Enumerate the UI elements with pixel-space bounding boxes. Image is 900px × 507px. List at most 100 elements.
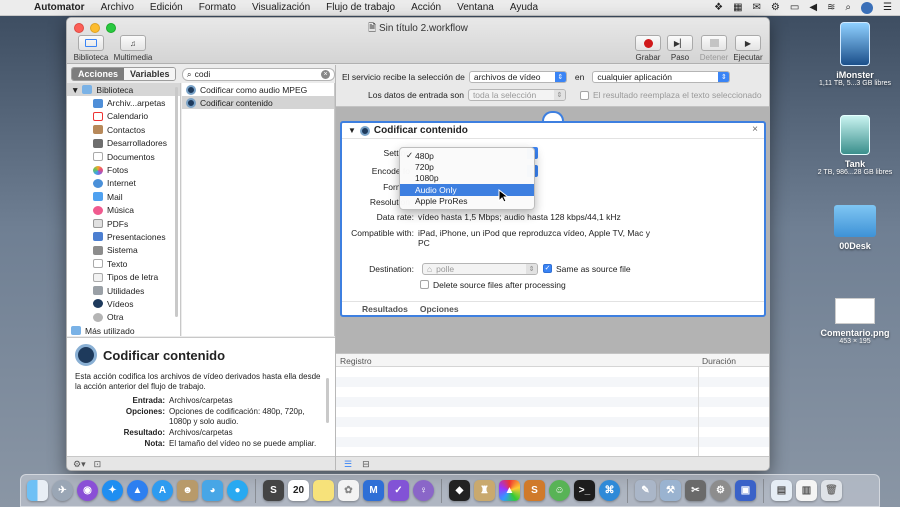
library-item[interactable]: Internet xyxy=(67,177,180,190)
delete-source-checkbox[interactable] xyxy=(420,280,429,289)
document-stack-icon[interactable]: ▥ xyxy=(796,480,817,501)
menu-view[interactable]: Visualización xyxy=(244,2,318,13)
menu-option-audio-only[interactable]: Audio Only xyxy=(400,184,534,196)
bartender-dock-icon[interactable]: ♜ xyxy=(474,480,495,501)
most-used-item[interactable]: Más utilizado xyxy=(67,324,180,336)
library-item[interactable]: Calendario xyxy=(67,110,180,123)
menu-edit[interactable]: Edición xyxy=(142,2,191,13)
omnifocus-dock-icon[interactable]: ✓ xyxy=(388,480,409,501)
user-avatar-icon[interactable] xyxy=(861,1,874,14)
finder-dock-icon[interactable] xyxy=(27,480,48,501)
library-item[interactable]: Vídeos xyxy=(67,297,180,310)
notes-dock-icon[interactable] xyxy=(313,480,334,501)
action-search-field[interactable]: ⌕ codi × xyxy=(181,67,335,81)
input-type-popup[interactable]: archivos de vídeo ⇕ xyxy=(468,71,567,83)
navigate-dock-icon[interactable]: ◆ xyxy=(449,480,470,501)
podcast-dock-icon[interactable]: ◉ xyxy=(77,480,98,501)
spotlight-icon[interactable]: ⌕ xyxy=(845,2,851,13)
volume-icon[interactable]: ◀︎ xyxy=(809,2,817,13)
automator-app-dock-icon[interactable]: ▣ xyxy=(735,480,756,501)
library-item[interactable]: Utilidades xyxy=(67,284,180,297)
terminal-dock-icon[interactable]: >_ xyxy=(574,480,595,501)
desktop-folder-00desk[interactable]: 00Desk xyxy=(810,205,900,251)
utility-dock-icon[interactable]: ✎ xyxy=(635,480,656,501)
sublime-dock-icon[interactable]: S xyxy=(263,480,284,501)
replace-text-checkbox[interactable] xyxy=(579,90,589,100)
log-view-icon[interactable]: ☰ xyxy=(344,459,352,470)
variables-view-icon[interactable]: ⊟ xyxy=(362,459,370,470)
automator-dock-icon[interactable]: ☻ xyxy=(177,480,198,501)
library-root-item[interactable]: ▼ Biblioteca xyxy=(67,83,180,97)
gear-menu-icon[interactable]: ⚙▾ xyxy=(73,459,86,470)
log-column-header[interactable]: Registro xyxy=(340,356,372,366)
library-item[interactable]: Presentaciones xyxy=(67,230,180,243)
menu-option-480p[interactable]: ✓ 480p xyxy=(400,150,534,161)
screensharing-dock-icon[interactable]: ✂ xyxy=(685,480,706,501)
action-header[interactable]: ▼ Codificar contenido xyxy=(342,123,764,139)
desktop-drive-tank[interactable]: Tank 2 TB, 986...28 GB libres xyxy=(810,115,900,176)
spotify-dock-icon[interactable]: ☺ xyxy=(549,480,570,501)
menu-option-720p[interactable]: 720p xyxy=(400,161,534,172)
mindnode-dock-icon[interactable]: M xyxy=(363,480,384,501)
tower-dock-icon[interactable]: ⌘ xyxy=(599,480,620,501)
duration-column-header[interactable]: Duración xyxy=(702,356,736,366)
launchpad-dock-icon[interactable]: ✈ xyxy=(52,480,73,501)
action-item[interactable]: Codificar como audio MPEG xyxy=(182,83,334,96)
menu-app[interactable]: Automator xyxy=(26,2,93,13)
remove-action-icon[interactable]: × xyxy=(752,124,758,135)
column-divider[interactable] xyxy=(698,367,699,456)
appstore-dock-icon[interactable]: A xyxy=(152,480,173,501)
grid-icon[interactable]: ▦ xyxy=(733,2,742,13)
tweetbot-dock-icon[interactable]: ◕ xyxy=(202,480,223,501)
library-item[interactable]: Otra xyxy=(67,311,180,324)
disclosure-triangle-icon[interactable]: ▼ xyxy=(71,85,79,95)
library-item[interactable]: Documentos xyxy=(67,150,180,163)
variables-tab[interactable]: Variables xyxy=(124,68,175,80)
email-icon[interactable]: ✉ xyxy=(753,2,761,13)
photos-dock-icon[interactable]: ✿ xyxy=(338,480,359,501)
messages-dock-icon[interactable]: ● xyxy=(227,480,248,501)
search-input[interactable]: codi xyxy=(192,69,321,79)
clear-search-icon[interactable]: × xyxy=(321,69,330,79)
library-item[interactable]: Mail xyxy=(67,190,180,203)
collapse-triangle-icon[interactable]: ▼ xyxy=(348,126,356,135)
instruments-dock-icon[interactable]: ▲ xyxy=(499,480,520,501)
desktop-file-comentario[interactable]: Comentario.png 453 × 195 xyxy=(810,298,900,345)
xcode-dock-icon[interactable]: ⚒ xyxy=(660,480,681,501)
run-toolbar-button[interactable]: ▶ Ejecutar xyxy=(728,35,768,62)
menu-file[interactable]: Archivo xyxy=(93,2,142,13)
same-as-source-checkbox[interactable]: ✓ xyxy=(543,264,552,273)
calendar-dock-icon[interactable]: 20 xyxy=(288,480,309,501)
tab-results[interactable]: Resultados xyxy=(362,304,408,314)
safari-dock-icon[interactable]: ✦ xyxy=(102,480,123,501)
library-scrollbar[interactable] xyxy=(175,87,178,317)
menu-format[interactable]: Formato xyxy=(191,2,244,13)
application-popup[interactable]: cualquier aplicación ⇕ xyxy=(592,71,731,83)
downloads-stack-icon[interactable]: ▤ xyxy=(771,480,792,501)
library-item[interactable]: Texto xyxy=(67,257,180,270)
system-preferences-dock-icon[interactable]: ⚙ xyxy=(710,480,731,501)
library-item[interactable]: PDFs xyxy=(67,217,180,230)
menu-workflow[interactable]: Flujo de trabajo xyxy=(318,2,403,13)
menu-option-apple-prores[interactable]: Apple ProRes xyxy=(400,196,534,207)
destination-popup[interactable]: ⌂ polle ⇕ xyxy=(422,263,538,275)
encode-media-action[interactable]: ▼ Codificar contenido × Setting ⇕ Encode… xyxy=(340,121,766,317)
gear-tray-icon[interactable]: ⚙ xyxy=(771,2,780,13)
library-item[interactable]: Desarrolladores xyxy=(67,137,180,150)
media-toolbar-button[interactable]: ♫ Multimedia xyxy=(113,35,153,62)
library-item[interactable]: Música xyxy=(67,204,180,217)
airplay-icon[interactable]: ▭ xyxy=(790,2,799,13)
library-item[interactable]: Fotos xyxy=(67,163,180,176)
library-item[interactable]: Tipos de letra xyxy=(67,270,180,283)
library-item[interactable]: Archiv...arpetas xyxy=(67,96,180,109)
dropbox-icon[interactable]: ❖ xyxy=(714,2,723,13)
action-item-selected[interactable]: Codificar contenido xyxy=(182,96,334,109)
library-item[interactable]: Sistema xyxy=(67,244,180,257)
library-toolbar-button[interactable]: Biblioteca xyxy=(71,35,111,62)
menu-window[interactable]: Ventana xyxy=(449,2,502,13)
tab-options[interactable]: Opciones xyxy=(420,304,459,314)
menu-help[interactable]: Ayuda xyxy=(502,2,546,13)
trash-dock-icon[interactable]: 🗑 xyxy=(821,480,842,501)
testflight-dock-icon[interactable]: ▲ xyxy=(127,480,148,501)
system-dock-icon[interactable]: ♀ xyxy=(413,480,434,501)
